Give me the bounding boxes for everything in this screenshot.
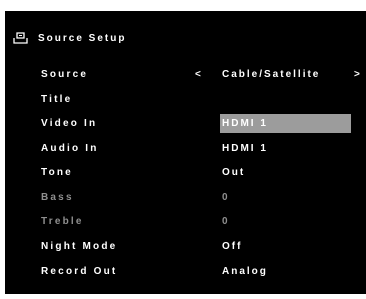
source-label: Source: [41, 69, 89, 80]
menu-row-record-out[interactable]: Record Out Analog: [5, 262, 366, 281]
menu-row-source[interactable]: Source < Cable/Satellite >: [5, 65, 366, 84]
treble-value: 0: [222, 216, 230, 227]
tone-value[interactable]: Out: [220, 163, 351, 182]
source-setup-screen: Source Setup Source < Cable/Satellite > …: [5, 11, 366, 294]
bass-value: 0: [222, 192, 230, 203]
menu-header: Source Setup: [13, 30, 126, 46]
menu-row-tone[interactable]: Tone Out: [5, 163, 366, 182]
source-value[interactable]: Cable/Satellite: [220, 65, 351, 84]
menu-row-audio-in[interactable]: Audio In HDMI 1: [5, 139, 366, 158]
record-out-value[interactable]: Analog: [220, 262, 351, 281]
video-in-value[interactable]: HDMI 1: [220, 114, 351, 133]
menu-row-video-in[interactable]: Video In HDMI 1: [5, 114, 366, 133]
record-out-label: Record Out: [41, 266, 118, 277]
prev-arrow-icon[interactable]: <: [195, 65, 201, 84]
source-icon: [13, 31, 28, 44]
night-mode-label: Night Mode: [41, 241, 118, 252]
menu-row-treble: Treble 0: [5, 212, 366, 231]
treble-label: Treble: [41, 216, 84, 227]
next-arrow-icon[interactable]: >: [354, 65, 360, 84]
audio-in-label: Audio In: [41, 143, 99, 154]
bass-label: Bass: [41, 192, 74, 203]
menu-row-title[interactable]: Title: [5, 90, 366, 109]
page-title: Source Setup: [38, 32, 127, 44]
audio-in-value[interactable]: HDMI 1: [220, 139, 351, 158]
title-value[interactable]: [220, 90, 351, 109]
menu-row-night-mode[interactable]: Night Mode Off: [5, 237, 366, 256]
tone-label: Tone: [41, 167, 73, 178]
menu-row-bass: Bass 0: [5, 188, 366, 207]
night-mode-value[interactable]: Off: [220, 237, 351, 256]
video-in-label: Video In: [41, 118, 98, 129]
title-label: Title: [41, 94, 73, 105]
